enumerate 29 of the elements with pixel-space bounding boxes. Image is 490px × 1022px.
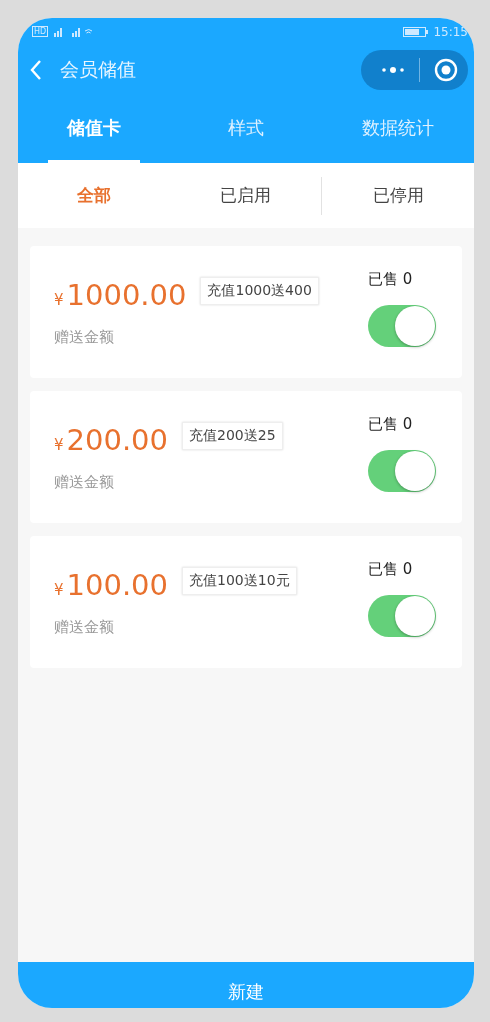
tab[interactable]: 数据统计 (352, 95, 444, 163)
price: ¥1000.00 (54, 277, 187, 312)
filter-tab[interactable]: 已停用 (322, 175, 474, 216)
sold-count: 已售 0 (368, 269, 413, 289)
close-icon[interactable] (434, 58, 458, 82)
toggle-switch[interactable] (368, 594, 436, 637)
back-icon[interactable] (30, 59, 42, 81)
network-label: HD (32, 26, 49, 37)
battery-icon (403, 26, 430, 37)
promo-tag: 充值1000送400 (200, 276, 319, 305)
gift-amount-label: 赠送金额 (54, 472, 115, 492)
gift-amount-label: 赠送金额 (54, 617, 115, 637)
toggle-switch[interactable] (368, 304, 436, 347)
tab[interactable]: 样式 (200, 95, 292, 163)
more-icon[interactable] (381, 66, 405, 74)
price: ¥200.00 (54, 422, 169, 457)
sold-count: 已售 0 (368, 414, 413, 434)
gift-amount-label: 赠送金额 (54, 327, 115, 347)
new-button[interactable]: 新建 (18, 962, 474, 1008)
page-title: 会员储值 (60, 57, 136, 82)
filter-tab[interactable]: 全部 (18, 175, 170, 216)
sold-count: 已售 0 (368, 559, 413, 579)
toggle-switch[interactable] (368, 449, 436, 492)
promo-tag: 充值100送10元 (182, 566, 297, 595)
status-time: 15:15 (433, 24, 468, 39)
price: ¥100.00 (54, 567, 169, 602)
signal-icon (52, 26, 93, 37)
filter-tab[interactable]: 已启用 (169, 175, 322, 216)
promo-tag: 充值200送25 (182, 421, 283, 450)
